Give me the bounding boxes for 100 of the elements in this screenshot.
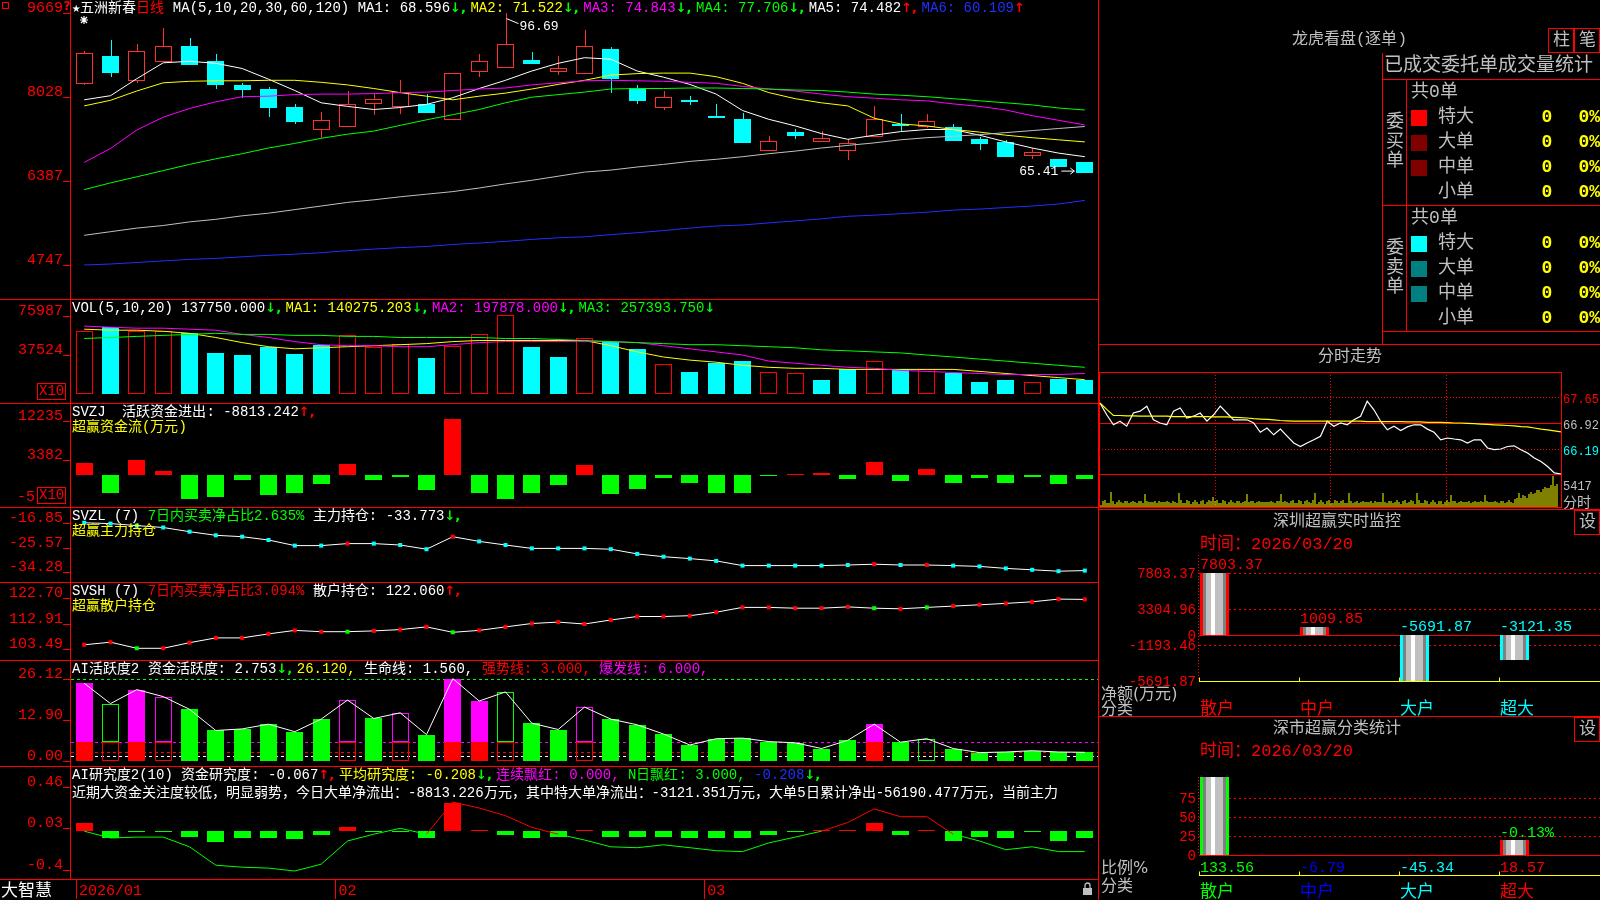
order-share: 0%	[1578, 107, 1600, 128]
candlestick	[207, 53, 224, 90]
axis-title: 比例%	[1101, 858, 1149, 877]
view-toggle-button[interactable]: 笔	[1574, 27, 1600, 53]
candlestick	[1076, 162, 1093, 173]
category-label: 大户	[1400, 881, 1434, 899]
group-label: 委买单	[1385, 112, 1404, 173]
category-label: 中户	[1300, 881, 1334, 899]
indicator-caption: 超赢散户持仓	[72, 599, 156, 614]
candlestick	[1024, 147, 1041, 160]
arrow-icon	[1060, 167, 1075, 175]
axis-label: 75	[1179, 790, 1196, 807]
order-size-label: 特大	[1438, 233, 1474, 254]
category-label: 中户	[1300, 698, 1334, 716]
axis-label: 6387	[27, 168, 63, 185]
asterisk-icon	[79, 15, 89, 25]
candlestick	[155, 27, 172, 62]
chart-subtitle: 时间：2026/03/20	[1200, 535, 1354, 554]
axis-label: 12235	[18, 408, 63, 425]
panel-title: 分时走势	[1317, 348, 1382, 366]
table-title: 已成交委托单成交量统计	[1384, 53, 1594, 79]
axis-label: 9669	[27, 0, 63, 17]
candlestick	[471, 53, 488, 78]
axis-label: 0.00	[27, 748, 63, 765]
axis-title: 分类	[1101, 876, 1133, 895]
axis-label: 67.65	[1563, 392, 1599, 407]
axis-label: 66.92	[1563, 418, 1599, 433]
unit-label: X10	[37, 487, 67, 504]
square-icon	[2, 2, 9, 9]
app-name: 大智慧	[1, 880, 52, 899]
indicator-legend: SVSH (7) 7日内买卖净占比3.094% 散户持仓: 122.060↑,	[72, 583, 461, 599]
period-label: 分时	[1563, 494, 1591, 509]
order-count: 0	[1541, 107, 1553, 128]
candlestick	[918, 113, 935, 129]
candlestick	[681, 95, 698, 106]
order-size-label: 大单	[1438, 258, 1474, 279]
candlestick	[734, 112, 751, 143]
order-size-label: 中单	[1438, 283, 1474, 304]
candlestick	[339, 90, 356, 127]
order-share: 0%	[1578, 132, 1600, 153]
candlestick	[839, 138, 856, 161]
value-label: 1009.85	[1300, 611, 1363, 628]
indicator-legend: SVZJ 活跃资金进出: -8813.242↑,	[72, 404, 315, 420]
axis-label: 103.49	[9, 636, 63, 653]
ratio-label: 133.56	[1200, 859, 1254, 877]
view-toggle-button[interactable]: 柱	[1548, 27, 1574, 53]
panel-title: 深市超赢分类统计	[1272, 720, 1401, 738]
date-label: 02	[338, 883, 357, 899]
order-share: 0%	[1578, 157, 1600, 178]
order-count: 0	[1541, 233, 1553, 254]
indicator-caption: 超赢资金流(万元)	[72, 420, 187, 435]
ratio-label: -45.34	[1400, 859, 1454, 877]
order-share: 0%	[1578, 233, 1600, 254]
panel-title: 龙虎看盘(逐单)	[1291, 31, 1408, 49]
candlestick	[866, 105, 883, 137]
order-count: 0	[1541, 283, 1553, 304]
lock-icon	[1083, 882, 1092, 895]
axis-label: -5	[17, 489, 35, 506]
indicator-legend: AI研究度2(10) 资金研究度: -0.067↑, 平均研究度: -0.208↓, 连续飘红: 0.000, N日飘红: 3.000, -0.208↓,	[72, 767, 821, 783]
ratio-label: 18.57	[1500, 859, 1545, 877]
settings-button[interactable]: 设	[1574, 717, 1600, 742]
order-size-label: 大单	[1438, 132, 1474, 153]
candlestick	[892, 113, 909, 133]
axis-label: 0.46	[27, 774, 63, 791]
leader-line	[506, 18, 519, 25]
candlestick	[102, 39, 119, 78]
price-label: 96.69	[519, 18, 559, 34]
candlestick	[365, 93, 382, 116]
candlestick	[708, 103, 725, 118]
value-label: 7803.37	[1200, 557, 1263, 574]
candlestick	[629, 84, 646, 105]
candlestick	[1050, 159, 1067, 167]
category-label: 散户	[1200, 698, 1234, 716]
order-total: 共0单	[1411, 82, 1458, 103]
order-count: 0	[1541, 308, 1553, 329]
axis-label: 50	[1179, 809, 1196, 826]
axis-label: 26.12	[18, 666, 63, 683]
ratio-label: -6.79	[1300, 859, 1345, 877]
order-size-label: 特大	[1438, 107, 1474, 128]
unit-label: X10	[37, 383, 67, 400]
order-size-label: 小单	[1438, 308, 1474, 329]
candlestick	[392, 79, 409, 115]
candlestick	[497, 12, 514, 68]
indicator-legend: VOL(5,10,20) 137750.000↓, MA1: 140275.203↓, MA2: 197878.000↓, MA3: 257393.750↓	[72, 300, 716, 316]
candlestick	[286, 103, 303, 125]
axis-label: 12.90	[18, 707, 63, 724]
category-label: 超大	[1500, 698, 1534, 716]
category-label: 大户	[1400, 698, 1434, 716]
axis-label: -0.4	[27, 857, 63, 874]
axis-label: 112.91	[9, 611, 63, 628]
order-count: 0	[1541, 132, 1553, 153]
axis-label: -25.57	[9, 535, 63, 552]
settings-button[interactable]: 设	[1574, 510, 1600, 535]
candlestick	[787, 128, 804, 140]
axis-label: -34.28	[9, 559, 63, 576]
candlestick	[313, 111, 330, 139]
order-count: 0	[1541, 157, 1553, 178]
axis-label: -16.85	[9, 510, 63, 527]
value-label: -5691.87	[1400, 619, 1472, 636]
candlestick	[444, 73, 461, 120]
